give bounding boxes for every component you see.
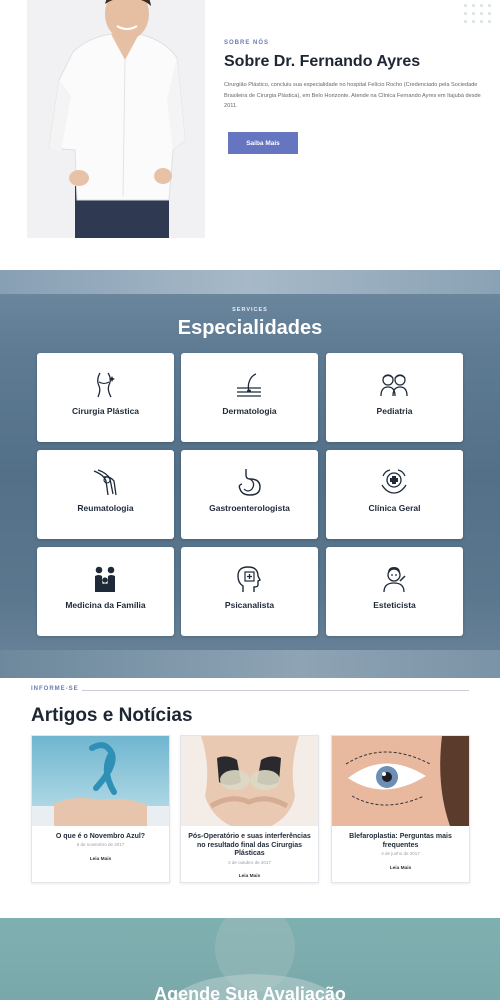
service-label: Pediatria [376,406,413,416]
doctor-photo [27,0,205,238]
service-card-reumatologia[interactable]: Reumatologia [37,450,174,539]
joint-bones-icon [93,469,117,496]
services-eyebrow: SERVICES [232,307,268,313]
beautician-icon [383,567,406,593]
service-label: Reumatologia [77,503,134,513]
service-card-esteticista[interactable]: Esteticista [326,547,463,636]
news-eyebrow: INFORME-SE [31,686,79,692]
service-label: Dermatologia [222,406,277,416]
service-card-gastroenterologista[interactable]: Gastroenterologista [181,450,318,539]
divider [82,690,469,691]
article-card[interactable]: Pós-Operatório e suas interferências no … [180,735,319,883]
service-card-medicina-da-familia[interactable]: Medicina da Família [37,547,174,636]
news-title: Artigos e Notícias [31,705,193,726]
cta-title: Agende Sua Avaliação [154,984,346,1000]
read-more-link[interactable]: Leia Mais [332,866,469,871]
skin-hair-icon [237,373,261,397]
article-card[interactable]: O que é o Novembro Azul? 6 de novembro d… [31,735,170,883]
about-text: Cirurgião Plástico, concluiu sua especia… [224,82,481,109]
article-image [32,736,169,826]
article-date: 2 de outubro de 2017 [228,860,271,865]
saiba-mais-button[interactable]: Saiba Mais [228,132,298,154]
article-card[interactable]: Blefaroplastia: Perguntas mais frequente… [331,735,470,883]
article-image [181,736,318,826]
service-card-clinica-geral[interactable]: Clínica Geral [326,450,463,539]
head-mind-icon [237,566,261,592]
service-label: Clínica Geral [368,503,421,513]
service-label: Psicanalista [224,600,275,610]
article-date: 6 de novembro de 2017 [76,842,125,847]
service-label: Medicina da Família [65,600,146,610]
children-icon [380,374,408,397]
service-label: Esteticista [373,600,416,610]
service-card-dermatologia[interactable]: Dermatologia [181,353,318,442]
about-section: SOBRE NÓS Sobre Dr. Fernando Ayres Cirur… [0,0,500,270]
about-eyebrow: SOBRE NÓS [224,40,270,46]
cta-section: Agende Sua Avaliação [0,918,500,1000]
article-date: 4 de junho de 2017 [381,851,420,856]
service-label: Cirurgia Plástica [71,406,140,416]
service-card-psicanalista[interactable]: Psicanalista [181,547,318,636]
family-icon [95,566,115,592]
read-more-link[interactable]: Leia Mais [32,857,169,862]
article-image [332,736,469,826]
news-section: INFORME-SE Artigos e Notícias O que é o … [0,678,500,918]
decorative-dots [460,0,500,24]
article-title[interactable]: O que é o Novembro Azul? [36,833,165,842]
medical-cross-hands-icon [381,469,407,494]
article-title[interactable]: Pós-Operatório e suas interferências no … [185,833,314,859]
stomach-icon [238,469,261,496]
about-title: Sobre Dr. Fernando Ayres [224,53,421,70]
service-card-cirurgia-plastica[interactable]: Cirurgia Plástica [37,353,174,442]
service-label: Gastroenterologista [209,503,290,513]
body-contour-icon [97,372,115,398]
read-more-link[interactable]: Leia Mais [181,874,318,879]
services-section: SERVICES Especialidades Cirurgia Plástic… [0,270,500,678]
service-card-pediatria[interactable]: Pediatria [326,353,463,442]
page: SOBRE NÓS Sobre Dr. Fernando Ayres Cirur… [0,0,500,1000]
article-title[interactable]: Blefaroplastia: Perguntas mais frequente… [336,833,465,850]
services-title: Especialidades [177,317,323,339]
